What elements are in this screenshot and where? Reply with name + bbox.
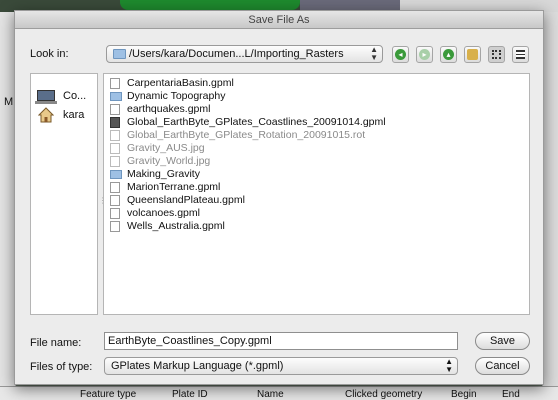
cancel-button[interactable]: Cancel bbox=[475, 357, 530, 375]
file-list-item: Gravity_World.jpg bbox=[110, 155, 510, 168]
background-left-label: M bbox=[4, 96, 14, 108]
background-col-plate-id[interactable]: Plate ID bbox=[172, 389, 208, 400]
document-icon bbox=[110, 130, 120, 141]
document-icon bbox=[110, 195, 120, 206]
list-view-icon bbox=[492, 50, 501, 59]
file-name-label: File name: bbox=[30, 337, 82, 349]
document-icon bbox=[110, 208, 120, 219]
file-name: Dynamic Topography bbox=[127, 90, 226, 102]
folder-icon bbox=[110, 170, 122, 179]
file-name: earthquakes.gpml bbox=[127, 103, 211, 115]
updown-arrows-icon: ▲ ▼ bbox=[445, 357, 453, 374]
file-name: Global_EarthByte_GPlates_Coastlines_2009… bbox=[127, 116, 386, 128]
file-name: Gravity_World.jpg bbox=[127, 155, 211, 167]
sidebar-item-computer[interactable]: Co... bbox=[35, 88, 95, 104]
dialog-title: Save File As bbox=[15, 11, 543, 29]
file-name-field[interactable] bbox=[104, 332, 458, 350]
film-icon bbox=[110, 117, 120, 128]
file-list-item[interactable]: QueenslandPlateau.gpml bbox=[110, 194, 510, 207]
file-list-item[interactable]: Global_EarthByte_GPlates_Coastlines_2009… bbox=[110, 116, 510, 129]
background-globe-fragment bbox=[120, 0, 300, 10]
file-name: Gravity_AUS.jpg bbox=[127, 142, 205, 154]
background-col-feature-type[interactable]: Feature type bbox=[80, 389, 136, 400]
look-in-path: /Users/kara/Documen...L/Importing_Raster… bbox=[129, 48, 344, 60]
up-folder-icon: ▴ bbox=[443, 49, 454, 60]
file-name: volcanoes.gpml bbox=[127, 207, 200, 219]
document-icon bbox=[110, 104, 120, 115]
save-file-dialog: Save File As Look in: /Users/kara/Docume… bbox=[14, 10, 544, 385]
file-name: Making_Gravity bbox=[127, 168, 200, 180]
file-list-item: Global_EarthByte_GPlates_Rotation_200910… bbox=[110, 129, 510, 142]
file-list: CarpentariaBasin.gpml Dynamic Topography… bbox=[103, 73, 530, 315]
home-icon bbox=[38, 107, 54, 123]
files-of-type-value: GPlates Markup Language (*.gpml) bbox=[111, 360, 284, 372]
document-icon bbox=[110, 156, 120, 167]
back-icon: ◂ bbox=[395, 49, 406, 60]
document-icon bbox=[110, 78, 120, 89]
file-name: Global_EarthByte_GPlates_Rotation_200910… bbox=[127, 129, 366, 141]
details-view-icon bbox=[516, 50, 525, 59]
folder-icon bbox=[110, 92, 122, 101]
background-col-clicked-geometry[interactable]: Clicked geometry bbox=[345, 389, 422, 400]
back-button[interactable]: ◂ bbox=[392, 46, 409, 63]
list-view-button[interactable] bbox=[488, 46, 505, 63]
file-name: QueenslandPlateau.gpml bbox=[127, 194, 245, 206]
file-list-item[interactable]: Making_Gravity bbox=[110, 168, 510, 181]
files-of-type-label: Files of type: bbox=[30, 361, 93, 373]
file-list-item[interactable]: MarionTerrane.gpml bbox=[110, 181, 510, 194]
folder-icon bbox=[113, 49, 126, 59]
file-list-item[interactable]: earthquakes.gpml bbox=[110, 103, 510, 116]
background-toolbar-fragment bbox=[300, 0, 400, 10]
forward-button[interactable]: ▸ bbox=[416, 46, 433, 63]
file-list-item[interactable]: Dynamic Topography bbox=[110, 90, 510, 103]
file-list-item: Gravity_AUS.jpg bbox=[110, 142, 510, 155]
look-in-select[interactable]: /Users/kara/Documen...L/Importing_Raster… bbox=[106, 45, 383, 63]
updown-arrows-icon: ▲ ▼ bbox=[370, 45, 378, 62]
document-icon bbox=[110, 221, 120, 232]
document-icon bbox=[110, 143, 120, 154]
new-folder-icon bbox=[467, 49, 478, 60]
computer-icon bbox=[35, 90, 57, 104]
file-name: CarpentariaBasin.gpml bbox=[127, 77, 234, 89]
sidebar-item-label: Co... bbox=[63, 90, 87, 102]
file-name: MarionTerrane.gpml bbox=[127, 181, 221, 193]
document-icon bbox=[110, 182, 120, 193]
new-folder-button[interactable] bbox=[464, 46, 481, 63]
background-col-name[interactable]: Name bbox=[257, 389, 284, 400]
file-list-item[interactable]: CarpentariaBasin.gpml bbox=[110, 77, 510, 90]
up-folder-button[interactable]: ▴ bbox=[440, 46, 457, 63]
file-name: Wells_Australia.gpml bbox=[127, 220, 225, 232]
background-col-end[interactable]: End bbox=[502, 389, 520, 400]
background-col-begin[interactable]: Begin bbox=[451, 389, 477, 400]
look-in-row: Look in: /Users/kara/Documen...L/Importi… bbox=[15, 43, 545, 65]
save-button[interactable]: Save bbox=[475, 332, 530, 350]
files-of-type-select[interactable]: GPlates Markup Language (*.gpml) ▲ ▼ bbox=[104, 357, 458, 375]
background-table-header: Feature type Plate ID Name Clicked geome… bbox=[0, 386, 558, 400]
details-view-button[interactable] bbox=[512, 46, 529, 63]
places-sidebar: Co... kara bbox=[30, 73, 98, 315]
file-list-item[interactable]: volcanoes.gpml bbox=[110, 207, 510, 220]
file-list-item[interactable]: Wells_Australia.gpml bbox=[110, 220, 510, 233]
forward-icon: ▸ bbox=[419, 49, 430, 60]
background-right-panel bbox=[542, 12, 558, 400]
look-in-label: Look in: bbox=[30, 48, 69, 60]
sidebar-item-label: kara bbox=[63, 109, 85, 121]
sidebar-item-home[interactable]: kara bbox=[37, 107, 95, 123]
